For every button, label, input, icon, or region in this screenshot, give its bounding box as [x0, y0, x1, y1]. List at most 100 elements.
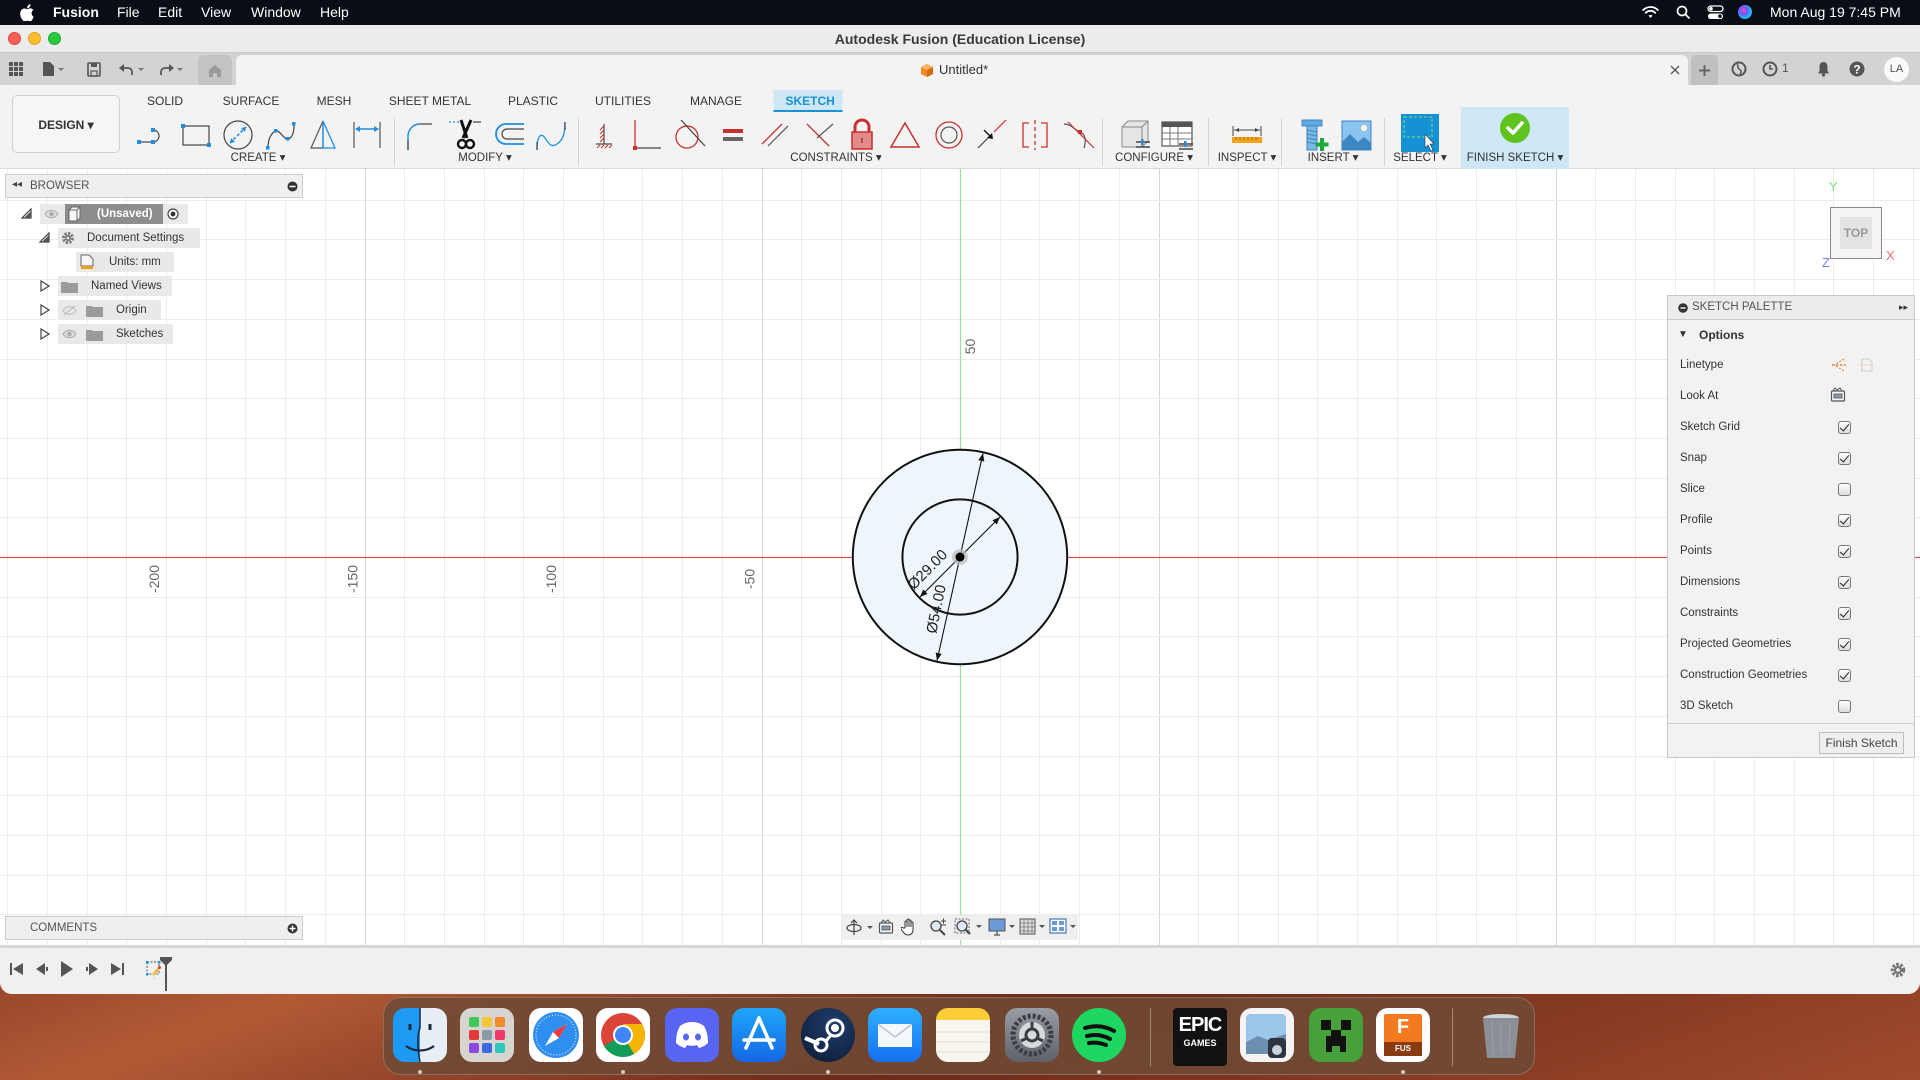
- dock-app-app-store[interactable]: [732, 1008, 786, 1062]
- trim-tool[interactable]: [447, 118, 483, 152]
- undo-icon[interactable]: [118, 61, 146, 77]
- dock-app-notes[interactable]: [936, 1008, 990, 1062]
- menu-help[interactable]: Help: [320, 4, 349, 20]
- configure-model-tool[interactable]: [1116, 118, 1152, 152]
- tab-mesh[interactable]: MESH: [305, 90, 364, 112]
- rectangle-tool[interactable]: [177, 118, 213, 152]
- palette-expand-icon[interactable]: ▸▸: [1899, 302, 1908, 313]
- save-icon[interactable]: [87, 62, 101, 77]
- dock-app-epic-games[interactable]: EPIC GAMES: [1173, 1008, 1227, 1066]
- visibility-eye-icon[interactable]: [62, 329, 77, 339]
- redo-icon[interactable]: [157, 61, 185, 77]
- dock-app-launchpad[interactable]: [460, 1008, 514, 1062]
- browser-item-named-views[interactable]: Named Views: [0, 276, 180, 296]
- dock-app-safari[interactable]: [529, 1008, 583, 1062]
- step-back-icon[interactable]: [35, 962, 49, 976]
- view-cube[interactable]: TOP: [1830, 207, 1882, 259]
- control-center-icon[interactable]: [1707, 5, 1724, 20]
- blend-curve-tool[interactable]: [533, 118, 569, 152]
- tab-utilities[interactable]: UTILITIES: [583, 90, 663, 112]
- fit-zoom-window-icon[interactable]: [954, 918, 984, 936]
- points-checkbox[interactable]: [1838, 545, 1851, 558]
- symmetry-constraint[interactable]: [1017, 118, 1053, 152]
- 3d-sketch-checkbox[interactable]: [1838, 700, 1851, 713]
- fix-unfix-constraint[interactable]: [844, 118, 880, 152]
- browser-item-root[interactable]: (Unsaved): [0, 204, 200, 224]
- slice-checkbox[interactable]: [1838, 483, 1851, 496]
- browser-item-document-settings[interactable]: Document Settings: [0, 228, 210, 248]
- close-tab-icon[interactable]: [1670, 65, 1680, 75]
- insert-canvas-tool[interactable]: [1338, 118, 1374, 152]
- browser-minimize-icon[interactable]: [287, 181, 298, 192]
- view-cube-face-top[interactable]: TOP: [1840, 217, 1872, 249]
- collapsed-triangle-icon[interactable]: [40, 304, 50, 316]
- dock-app-mail[interactable]: [868, 1008, 922, 1062]
- measure-tool[interactable]: [1229, 118, 1265, 152]
- wifi-icon[interactable]: [1642, 5, 1659, 19]
- dock-app-discord[interactable]: [665, 1008, 719, 1062]
- orbit-icon[interactable]: [846, 919, 874, 936]
- tab-solid[interactable]: SOLID: [135, 90, 195, 112]
- configure-menu[interactable]: CONFIGURE ▾: [1115, 150, 1193, 164]
- visibility-eye-icon[interactable]: [44, 209, 59, 219]
- palette-finish-sketch-button[interactable]: Finish Sketch: [1819, 732, 1904, 754]
- fillet-tool[interactable]: [402, 118, 438, 152]
- parallel-constraint[interactable]: [758, 118, 794, 152]
- menu-file[interactable]: File: [117, 4, 140, 20]
- offset-tool[interactable]: [490, 118, 526, 152]
- sketch-grid-checkbox[interactable]: [1838, 421, 1851, 434]
- menubar-clock[interactable]: Mon Aug 19 7:45 PM: [1770, 4, 1901, 20]
- browser-item-units[interactable]: Units: mm: [0, 252, 180, 272]
- dock-app-minecraft[interactable]: [1309, 1008, 1363, 1062]
- tab-sheet-metal[interactable]: SHEET METAL: [377, 90, 483, 112]
- timeline-settings-gear-icon[interactable]: [1890, 962, 1906, 978]
- projected-geometries-checkbox[interactable]: [1838, 638, 1851, 651]
- line-tool[interactable]: [134, 118, 170, 152]
- insert-menu[interactable]: INSERT ▾: [1308, 150, 1359, 164]
- spline-tool[interactable]: [263, 118, 299, 152]
- select-menu[interactable]: SELECT ▾: [1393, 150, 1447, 164]
- configuration-table-tool[interactable]: [1159, 118, 1195, 152]
- dock-app-spotify[interactable]: [1072, 1008, 1126, 1062]
- help-icon[interactable]: ?: [1849, 61, 1865, 77]
- constraints-menu[interactable]: CONSTRAINTS ▾: [790, 150, 881, 164]
- tab-surface[interactable]: SURFACE: [211, 90, 292, 112]
- workspace-switcher-design[interactable]: DESIGN ▾: [12, 95, 120, 153]
- dock-app-steam[interactable]: [801, 1008, 855, 1062]
- menu-edit[interactable]: Edit: [158, 4, 182, 20]
- modify-menu[interactable]: MODIFY ▾: [458, 150, 511, 164]
- perpendicular-constraint[interactable]: [801, 118, 837, 152]
- viewports-icon[interactable]: [1049, 918, 1079, 936]
- display-settings-icon[interactable]: [988, 918, 1018, 936]
- collapsed-triangle-icon[interactable]: [40, 280, 50, 292]
- dimensions-checkbox[interactable]: [1838, 576, 1851, 589]
- dock-app-finder[interactable]: [393, 1008, 447, 1062]
- center-point[interactable]: [955, 552, 965, 562]
- new-tab-button[interactable]: [1691, 55, 1718, 85]
- dock-app-preview[interactable]: [1240, 1008, 1294, 1062]
- go-to-start-icon[interactable]: [10, 962, 24, 976]
- pan-hand-icon[interactable]: [901, 918, 918, 936]
- sketch-palette-header[interactable]: SKETCH PALETTE ▸▸: [1668, 296, 1914, 320]
- dock-trash[interactable]: [1474, 1008, 1528, 1062]
- snap-checkbox[interactable]: [1838, 452, 1851, 465]
- tab-sketch[interactable]: SKETCH: [773, 90, 843, 112]
- expanded-triangle-icon[interactable]: [21, 208, 32, 219]
- construction-geometries-checkbox[interactable]: [1838, 669, 1851, 682]
- midpoint-constraint[interactable]: [887, 118, 923, 152]
- zoom-icon[interactable]: [929, 918, 947, 936]
- search-icon[interactable]: [1676, 5, 1691, 20]
- apple-icon[interactable]: [20, 4, 34, 21]
- visibility-hidden-eye-icon[interactable]: [62, 305, 77, 316]
- dock-app-system-settings[interactable]: [1005, 1008, 1059, 1062]
- step-forward-icon[interactable]: [85, 962, 99, 976]
- circle-tool[interactable]: [220, 118, 256, 152]
- create-menu[interactable]: CREATE ▾: [231, 150, 286, 164]
- job-status-icon[interactable]: [1762, 61, 1778, 77]
- select-tool[interactable]: [1401, 114, 1439, 152]
- go-to-end-icon[interactable]: [110, 962, 124, 976]
- grid-and-snaps-icon[interactable]: [1019, 918, 1049, 936]
- activate-radio-icon[interactable]: [167, 208, 179, 220]
- options-section-title[interactable]: Options: [1699, 328, 1744, 342]
- construction-linetype-icon[interactable]: [1830, 357, 1848, 373]
